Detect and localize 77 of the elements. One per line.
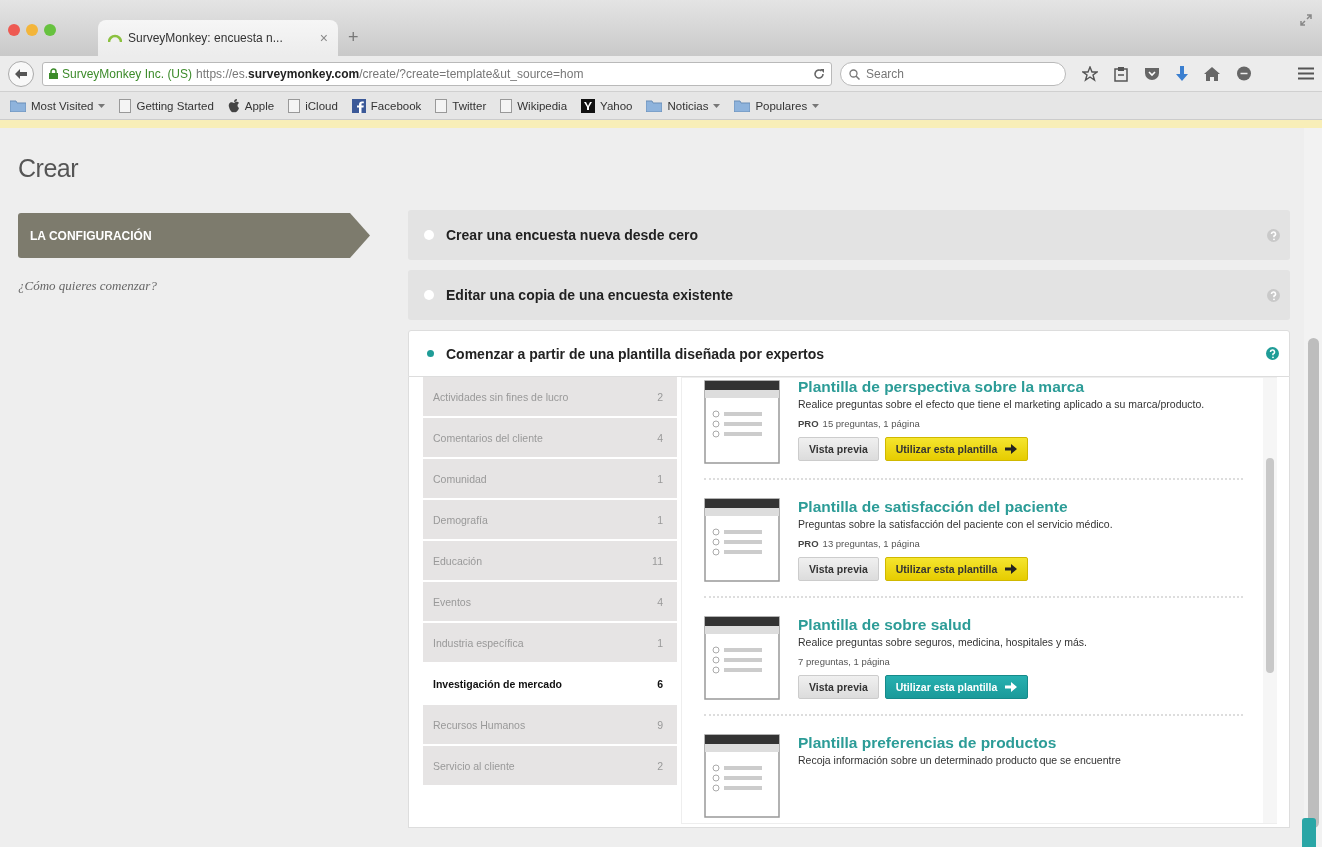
back-arrow-icon (15, 68, 27, 79)
pocket-icon[interactable] (1144, 66, 1160, 81)
template-thumbnail-icon (704, 498, 780, 582)
fullscreen-icon[interactable] (1300, 14, 1312, 26)
page-icon (119, 98, 132, 113)
scrollbar[interactable] (1263, 378, 1277, 823)
page-icon (288, 98, 301, 113)
template-thumbnail-icon (704, 734, 780, 818)
url-text: https://es.surveymonkey.com/create/?create=template&ut_source=hom (196, 66, 585, 81)
page-icon (435, 98, 448, 113)
preview-button[interactable]: Vista previa (798, 557, 879, 582)
radio-button[interactable] (424, 230, 434, 240)
radio-button[interactable] (424, 290, 434, 300)
back-button[interactable] (8, 60, 34, 87)
bookmark-link[interactable]: iCloud (305, 99, 338, 112)
bookmark-link[interactable]: Noticias (667, 99, 709, 112)
bookmark-link[interactable]: Facebook (370, 99, 422, 112)
option-label: Crear una encuesta nueva desde cero (446, 227, 700, 243)
use-template-button[interactable]: Utilizar esta plantilla (884, 437, 1029, 462)
download-icon[interactable] (1176, 65, 1188, 82)
step-banner: LA CONFIGURACIÓN (18, 213, 370, 258)
folder-icon (10, 99, 26, 112)
bookmark-link[interactable]: Yahoo (600, 99, 633, 112)
survey-option[interactable]: Editar una copia de una encuesta existente (408, 270, 1290, 320)
home-icon[interactable] (1204, 66, 1220, 81)
use-template-button[interactable]: Utilizar esta plantilla (884, 557, 1029, 582)
template-meta: PRO 13 preguntas, 1 página (798, 538, 921, 550)
folder-icon (734, 99, 751, 112)
reload-icon[interactable] (813, 67, 825, 80)
clipboard-icon[interactable] (1114, 65, 1128, 82)
radio-button[interactable] (427, 350, 434, 357)
preview-button[interactable]: Vista previa (798, 437, 879, 462)
arrow-icon (1005, 564, 1018, 575)
arrow-icon (1005, 682, 1018, 693)
apple-icon (227, 98, 240, 113)
bookmark-link[interactable]: Twitter (452, 99, 487, 112)
page-icon (500, 98, 513, 113)
template-description: Recoja información sobre un determinado producto que se encuentre (798, 754, 1121, 768)
help-icon[interactable] (1266, 347, 1279, 360)
facebook-icon (351, 98, 366, 113)
lock-icon (49, 68, 58, 79)
search-icon (849, 68, 860, 80)
close-window-button[interactable] (8, 24, 20, 36)
bookmark-link[interactable]: Wikipedia (517, 99, 568, 112)
bookmark-link[interactable]: Apple (244, 99, 275, 112)
star-icon[interactable] (1082, 65, 1098, 82)
dropdown-caret-icon[interactable] (98, 103, 106, 108)
menu-icon[interactable] (1298, 67, 1314, 80)
arrow-icon (1005, 444, 1018, 455)
folder-icon (646, 99, 663, 112)
browser-tab[interactable]: SurveyMonkey: encuesta n... × (98, 20, 338, 56)
survey-option[interactable]: Crear una encuesta nueva desde cero (408, 210, 1290, 260)
bookmark-link[interactable]: Populares (755, 99, 808, 112)
dropdown-caret-icon[interactable] (713, 103, 721, 108)
template-meta: 7 preguntas, 1 página (798, 656, 891, 668)
template-description: Realice preguntas sobre el efecto que tiene el marketing aplicado a su marca/producto. (798, 398, 1205, 412)
template-description: Preguntas sobre la satisfacción del paciente con el servicio médico. (798, 518, 1113, 532)
dropdown-caret-icon[interactable] (812, 103, 820, 108)
template-thumbnail-icon (704, 616, 780, 700)
site-logo-icon (108, 34, 122, 42)
template-thumbnail-icon (704, 380, 780, 464)
question-text: ¿Cómo quieres comenzar? (18, 278, 158, 294)
yahoo-icon (581, 98, 596, 113)
tab-title: SurveyMonkey: encuesta n... (128, 31, 284, 45)
page-scrollbar[interactable] (1304, 128, 1322, 847)
page-title: Crear (18, 153, 80, 184)
bookmark-link[interactable]: Most Visited (31, 99, 94, 112)
template-description: Realice preguntas sobre seguros, medicina, hospitales y más. (798, 636, 1087, 650)
template-meta: PRO 15 preguntas, 1 página (798, 418, 921, 430)
option-label: Editar una copia de una encuesta existente (446, 287, 735, 303)
option-label: Comenzar a partir de una plantilla diseñada por expertos (446, 345, 826, 362)
address-bar[interactable]: SurveyMonkey Inc. (US) https://es.surveymonkey.com/create/?create=template&ut_source=hom (42, 61, 832, 86)
preview-button[interactable]: Vista previa (798, 675, 879, 700)
site-identity: SurveyMonkey Inc. (US) (62, 66, 193, 81)
search-field[interactable]: Search (840, 61, 1066, 86)
survey-option[interactable]: Comenzar a partir de una plantilla diseñada por expertos (408, 330, 1290, 377)
bookmark-link[interactable]: Getting Started (136, 99, 214, 112)
